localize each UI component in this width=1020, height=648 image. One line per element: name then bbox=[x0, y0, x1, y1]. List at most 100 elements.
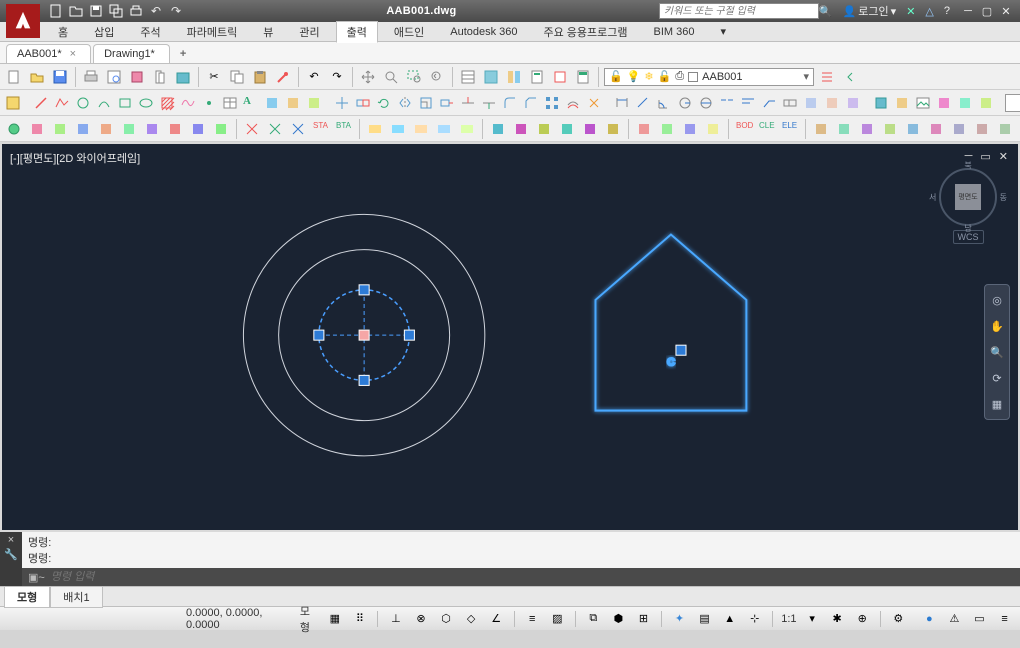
r3-p6-icon[interactable] bbox=[926, 119, 946, 139]
layout-tab-model[interactable]: 모형 bbox=[4, 586, 50, 608]
open-icon[interactable] bbox=[68, 3, 84, 19]
space-label[interactable]: 모형 bbox=[300, 603, 319, 635]
tab-featured-apps[interactable]: 주요 응용프로그램 bbox=[534, 22, 638, 42]
tool-1-icon[interactable] bbox=[4, 93, 22, 113]
transparency-toggle-icon[interactable]: ▨ bbox=[548, 610, 567, 628]
new-file-icon[interactable] bbox=[4, 67, 24, 87]
r3-m1-icon[interactable] bbox=[365, 119, 385, 139]
zoom-window-icon[interactable] bbox=[404, 67, 424, 87]
snap-toggle-icon[interactable]: ⠿ bbox=[350, 610, 369, 628]
ellipse-icon[interactable] bbox=[137, 93, 155, 113]
app-store-icon[interactable]: △ bbox=[925, 5, 933, 18]
layout-tab-layout1[interactable]: 배치1 bbox=[50, 586, 102, 608]
dim-tool-b-icon[interactable] bbox=[823, 93, 841, 113]
osnap-toggle-icon[interactable]: ◇ bbox=[462, 610, 481, 628]
array-icon[interactable] bbox=[543, 93, 561, 113]
image-icon[interactable] bbox=[914, 93, 932, 113]
properties-icon[interactable] bbox=[458, 67, 478, 87]
r3-p2-icon[interactable] bbox=[834, 119, 854, 139]
save-icon[interactable] bbox=[88, 3, 104, 19]
line-icon[interactable] bbox=[32, 93, 50, 113]
clean-screen-icon[interactable]: ▭ bbox=[970, 610, 989, 628]
tolerance-icon[interactable] bbox=[781, 93, 799, 113]
r3-m4-icon[interactable] bbox=[434, 119, 454, 139]
r3-m5-icon[interactable] bbox=[457, 119, 477, 139]
trim-icon[interactable] bbox=[459, 93, 477, 113]
selection-cycling-icon[interactable]: ⧉ bbox=[584, 610, 603, 628]
zoom-previous-icon[interactable] bbox=[427, 67, 447, 87]
r3-4-icon[interactable] bbox=[73, 119, 93, 139]
tool-2z-icon[interactable] bbox=[977, 93, 995, 113]
ortho-toggle-icon[interactable]: ⊥ bbox=[386, 610, 405, 628]
r3-ele-icon[interactable]: ELE bbox=[780, 119, 800, 139]
tab-autodesk360[interactable]: Autodesk 360 bbox=[440, 24, 527, 40]
markup-icon[interactable] bbox=[550, 67, 570, 87]
coordinates[interactable]: 0.0000, 0.0000, 0.0000 bbox=[186, 607, 294, 631]
saveas-icon[interactable] bbox=[108, 3, 124, 19]
customize-icon[interactable]: ≡ bbox=[995, 610, 1014, 628]
print-icon[interactable] bbox=[81, 67, 101, 87]
r3-12-icon[interactable] bbox=[265, 119, 285, 139]
dyninput-icon[interactable]: ✦ bbox=[670, 610, 689, 628]
point-icon[interactable] bbox=[200, 93, 218, 113]
chevron-down-icon[interactable]: ▾ bbox=[803, 70, 809, 83]
tool-2c-icon[interactable] bbox=[305, 93, 323, 113]
command-history[interactable]: 명령: 명령: bbox=[22, 532, 1020, 568]
cmd-options-icon[interactable]: 🔧 bbox=[4, 548, 18, 561]
quickprops-icon[interactable]: ▤ bbox=[695, 610, 714, 628]
linetype-combo[interactable] bbox=[1005, 94, 1020, 112]
redo-icon[interactable]: ↷ bbox=[168, 3, 184, 19]
annotation-autoscale-icon[interactable]: ⊕ bbox=[853, 610, 872, 628]
mtext-icon[interactable]: A bbox=[242, 93, 260, 113]
sheetset-icon[interactable] bbox=[173, 67, 193, 87]
gizmo-icon[interactable]: ⊹ bbox=[745, 610, 764, 628]
help-icon[interactable]: ? bbox=[944, 5, 950, 17]
plot-preview-icon[interactable] bbox=[104, 67, 124, 87]
login-button[interactable]: 👤 로그인 ▾ bbox=[843, 3, 897, 19]
layer-properties-icon[interactable] bbox=[817, 67, 837, 87]
r3-13-icon[interactable] bbox=[288, 119, 308, 139]
copy-icon[interactable] bbox=[227, 67, 247, 87]
sheetset-mgr-icon[interactable] bbox=[527, 67, 547, 87]
arc-icon[interactable] bbox=[95, 93, 113, 113]
app-logo[interactable] bbox=[6, 4, 40, 38]
annotation-visibility-icon[interactable]: ✱ bbox=[828, 610, 847, 628]
cmd-close-icon[interactable]: × bbox=[8, 534, 14, 546]
r3-n5-icon[interactable] bbox=[580, 119, 600, 139]
cut-icon[interactable]: ✂ bbox=[204, 67, 224, 87]
r3-n4-icon[interactable] bbox=[557, 119, 577, 139]
table-icon[interactable] bbox=[221, 93, 239, 113]
grid-toggle-icon[interactable]: ▦ bbox=[325, 610, 344, 628]
r3-p5-icon[interactable] bbox=[903, 119, 923, 139]
r3-p4-icon[interactable] bbox=[880, 119, 900, 139]
r3-3-icon[interactable] bbox=[50, 119, 70, 139]
r3-bta-icon[interactable]: BTA bbox=[334, 119, 354, 139]
dim-baseline-icon[interactable] bbox=[739, 93, 757, 113]
tool-2a-icon[interactable] bbox=[263, 93, 281, 113]
otrack-toggle-icon[interactable]: ∠ bbox=[487, 610, 506, 628]
tool-2y-icon[interactable] bbox=[956, 93, 974, 113]
r3-n1-icon[interactable] bbox=[488, 119, 508, 139]
new-icon[interactable] bbox=[48, 3, 64, 19]
close-icon[interactable]: ✕ bbox=[998, 4, 1014, 18]
rectangle-icon[interactable] bbox=[116, 93, 134, 113]
tab-addins[interactable]: 애드인 bbox=[384, 22, 434, 42]
close-tab-icon[interactable]: × bbox=[70, 48, 76, 60]
offset-icon[interactable] bbox=[564, 93, 582, 113]
undo-icon[interactable]: ↶ bbox=[148, 3, 164, 19]
r3-o3-icon[interactable] bbox=[680, 119, 700, 139]
r3-p1-icon[interactable] bbox=[811, 119, 831, 139]
chamfer-icon[interactable] bbox=[522, 93, 540, 113]
maximize-icon[interactable]: ▢ bbox=[979, 4, 995, 18]
r3-2-icon[interactable] bbox=[27, 119, 47, 139]
command-input[interactable] bbox=[51, 571, 331, 583]
r3-cle-icon[interactable]: CLE bbox=[757, 119, 777, 139]
dim-tool-c-icon[interactable] bbox=[844, 93, 862, 113]
r3-8-icon[interactable] bbox=[165, 119, 185, 139]
tab-parametric[interactable]: 파라메트릭 bbox=[177, 22, 248, 42]
polar-toggle-icon[interactable]: ⊗ bbox=[411, 610, 430, 628]
tab-insert[interactable]: 삽입 bbox=[84, 22, 124, 42]
dim-aligned-icon[interactable] bbox=[634, 93, 652, 113]
scale-dropdown-icon[interactable]: ▾ bbox=[803, 610, 822, 628]
ribbon-expand-icon[interactable]: ▾ bbox=[711, 23, 737, 40]
